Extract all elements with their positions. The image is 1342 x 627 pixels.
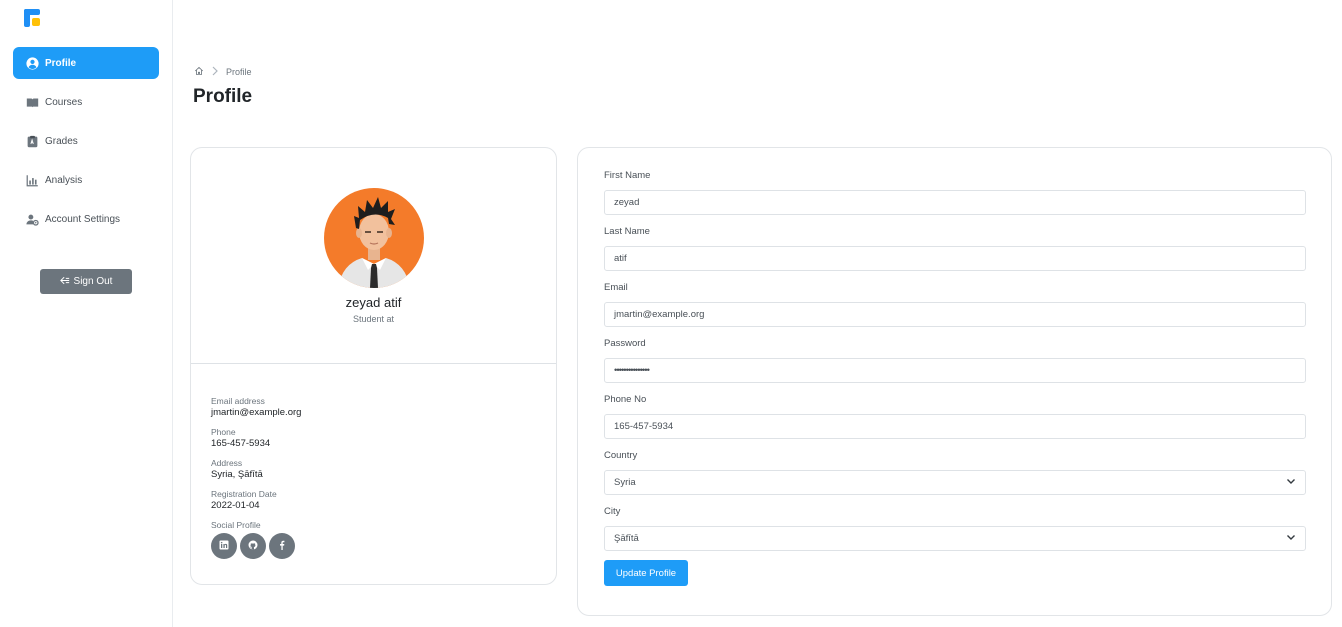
password-field-group: Password ••••••••••••••• [604,338,1306,383]
password-label: Password [604,338,646,349]
phone-value: 165-457-5934 [211,438,271,449]
breadcrumb: Profile [194,66,252,78]
email-field-label: Email [604,282,628,293]
sidebar-item-account-settings[interactable]: Account Settings [13,203,159,235]
registration-date-label: Registration Date [211,489,277,499]
sidebar-item-label: Analysis [45,174,83,186]
city-value: Şāfītā [614,533,639,544]
password-value: ••••••••••••••• [614,365,650,376]
sidebar-item-courses[interactable]: Courses [13,86,159,118]
sidebar: Profile Courses Grades Analysis Account … [0,0,173,627]
github-link[interactable] [240,533,266,559]
password-input[interactable]: ••••••••••••••• [604,358,1306,383]
profile-name: zeyad atif [345,295,402,310]
sidebar-item-label: Grades [45,135,78,147]
phone-field-group: Phone No 165-457-5934 [604,394,1306,439]
social-profile-label: Social Profile [211,520,261,530]
divider [191,363,556,364]
email-input[interactable]: jmartin@example.org [604,302,1306,327]
profile-details: Email address jmartin@example.org Phone … [211,396,301,559]
home-icon[interactable] [194,66,204,78]
linkedin-icon [219,537,229,555]
app-logo[interactable] [22,7,44,29]
sidebar-nav: Profile Courses Grades Analysis Account … [13,47,159,242]
first-name-input[interactable]: zeyad [604,190,1306,215]
profile-summary-card: zeyad atif Student at Email address jmar… [190,147,557,585]
profile-form-card: First Name zeyad Last Name atif Email jm… [577,147,1332,616]
country-label: Country [604,450,638,461]
profile-subtitle: Student at [352,314,395,324]
sign-out-icon [59,276,70,288]
sidebar-item-label: Account Settings [45,213,121,225]
email-label: Email address [211,396,265,406]
sidebar-item-grades[interactable]: Grades [13,125,159,157]
city-label: City [604,506,621,517]
user-gear-icon [25,212,39,226]
city-field-group: City Şāfītā [604,506,1306,551]
social-links [211,533,301,559]
avatar [324,188,424,288]
country-select[interactable]: Syria [604,470,1306,495]
chevron-down-icon [1286,476,1296,489]
linkedin-link[interactable] [211,533,237,559]
last-name-label: Last Name [604,226,650,237]
chevron-down-icon [1286,532,1296,545]
address-value: Syria, Şāfītā [211,469,263,480]
facebook-link[interactable] [269,533,295,559]
email-value: jmartin@example.org [211,407,302,418]
phone-input[interactable]: 165-457-5934 [604,414,1306,439]
grades-icon [25,134,39,148]
book-open-icon [25,95,39,109]
sidebar-item-label: Courses [45,96,83,108]
country-value: Syria [614,477,636,488]
user-circle-icon [25,56,39,70]
registration-date-value: 2022-01-04 [211,500,260,511]
last-name-input[interactable]: atif [604,246,1306,271]
sidebar-item-analysis[interactable]: Analysis [13,164,159,196]
email-input-value: jmartin@example.org [614,309,705,320]
chevron-right-icon [210,66,220,78]
first-name-value: zeyad [614,197,640,208]
first-name-label: First Name [604,170,651,181]
country-field-group: Country Syria [604,450,1306,495]
page-title: Profile [193,86,253,107]
github-icon [248,537,258,555]
city-select[interactable]: Şāfītā [604,526,1306,551]
update-profile-button[interactable]: Update Profile [604,560,688,586]
sign-out-button[interactable]: Sign Out [40,269,132,294]
phone-input-value: 165-457-5934 [614,421,674,432]
sign-out-label: Sign Out [73,276,113,287]
last-name-field-group: Last Name atif [604,226,1306,271]
address-label: Address [211,458,243,468]
first-name-field-group: First Name zeyad [604,170,1306,215]
bar-chart-icon [25,173,39,187]
breadcrumb-current: Profile [226,67,252,77]
sidebar-item-profile[interactable]: Profile [13,47,159,79]
sidebar-item-label: Profile [45,57,77,69]
facebook-icon [277,537,287,555]
email-field-group: Email jmartin@example.org [604,282,1306,327]
last-name-value: atif [614,253,627,264]
phone-field-label: Phone No [604,394,647,405]
phone-label: Phone [211,427,236,437]
